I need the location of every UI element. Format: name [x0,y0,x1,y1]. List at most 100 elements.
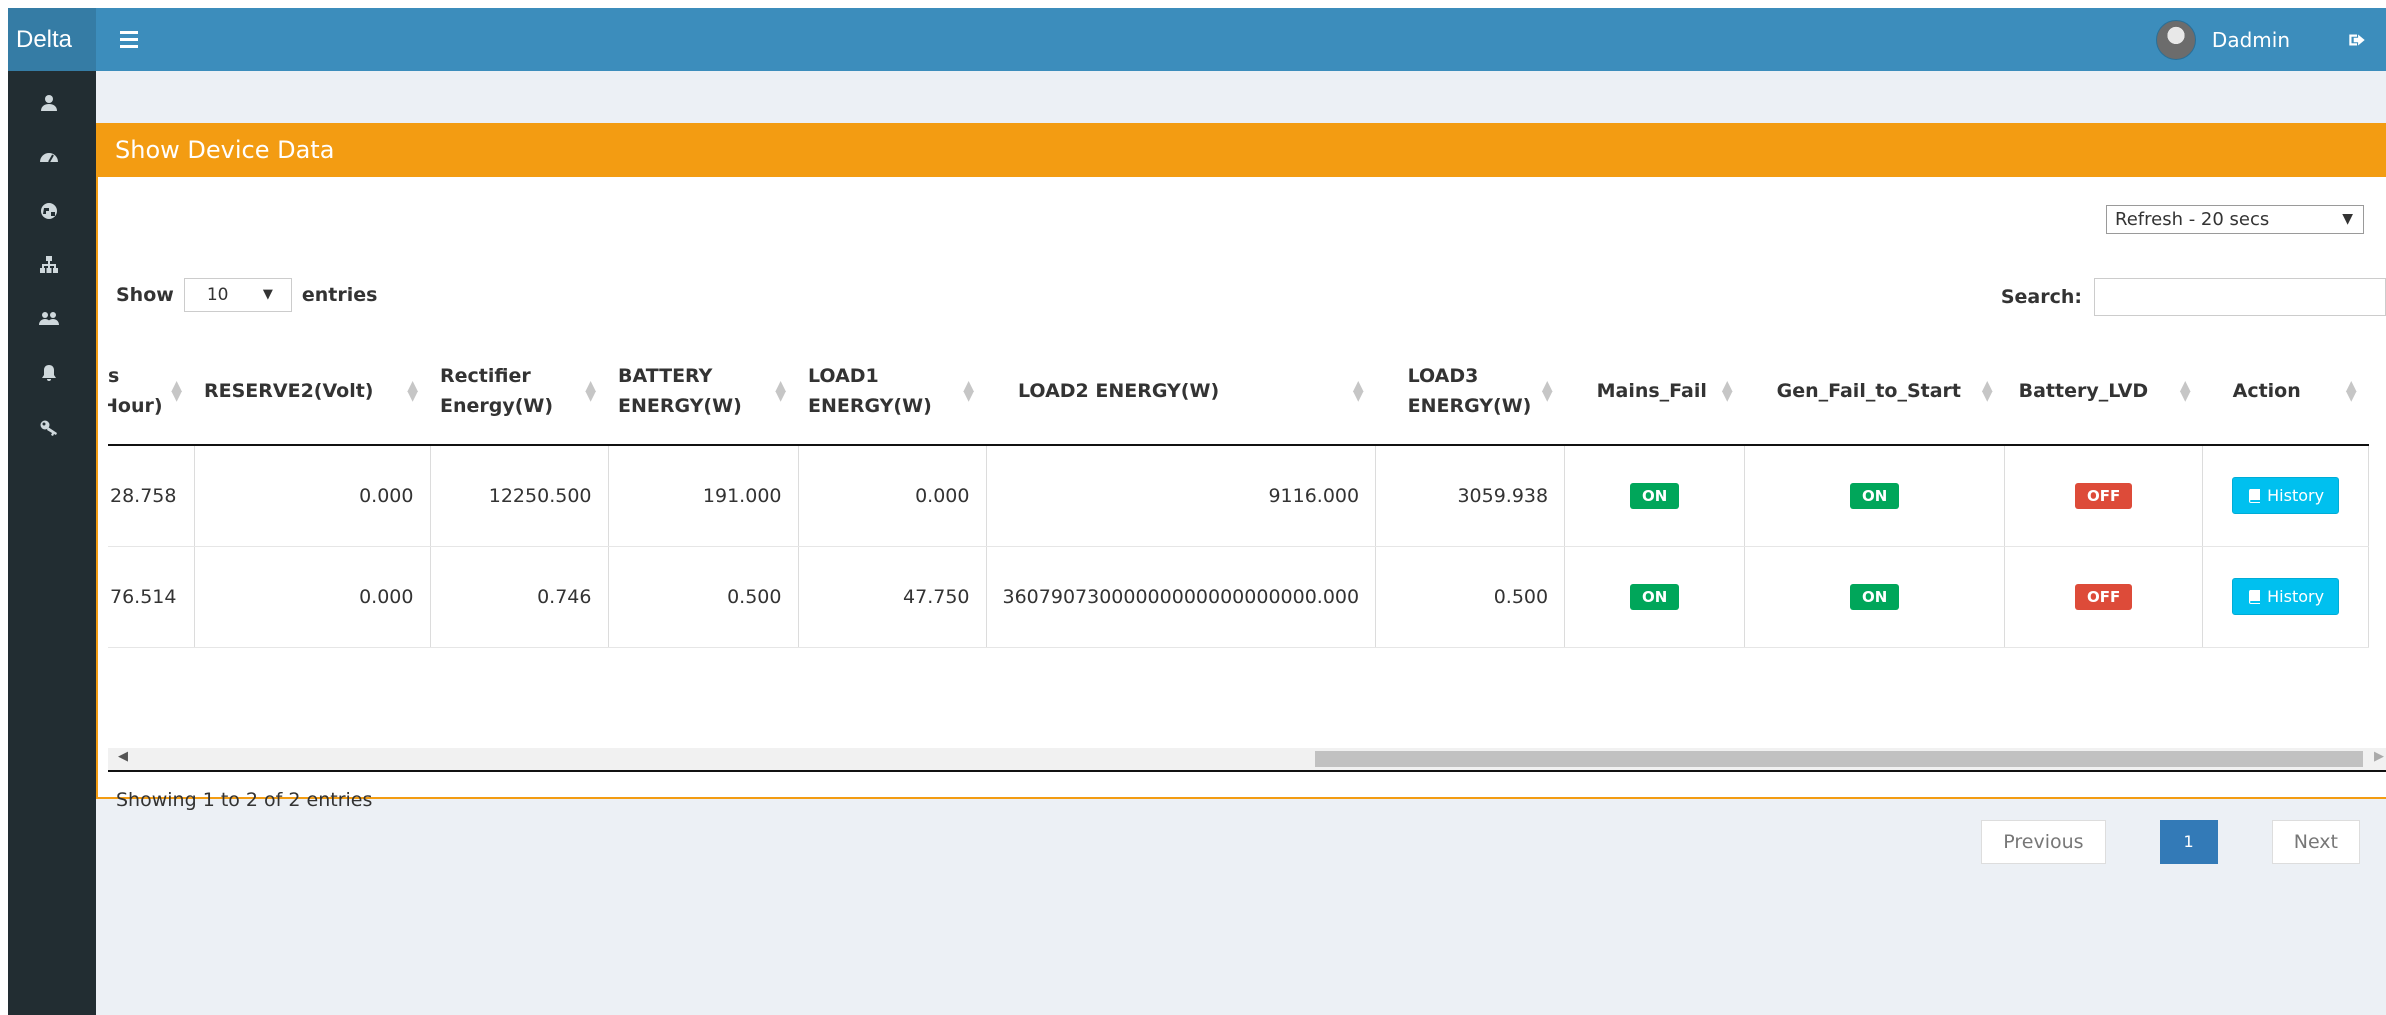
history-button-label: History [2267,486,2325,506]
user-icon[interactable] [38,92,60,114]
table-row: 76.514 0.000 0.746 0.500 47.750 36079073… [108,546,2370,648]
column-header-line1: LOAD2 ENERGY(W) [1018,380,1220,402]
cell-reserve2: 0.000 [194,445,431,547]
column-header-line1: LOAD1 [808,365,879,387]
search-control: Search: [2001,278,2386,316]
status-badge: ON [1629,482,1680,509]
device-data-table: s Hour) ▲ ▼ RESERVE2(Volt) ▲ ▼ Rectifier E… [108,338,2370,648]
previous-page-button[interactable]: Previous [1981,820,2106,864]
pagination: Previous 1 Next [1981,820,2360,864]
cell-battery: 191.000 [608,445,799,547]
column-header-line2: ENERGY(W) [1407,395,1532,417]
cell-c0: 28.758 [108,445,195,547]
sort-icon: ▲ ▼ [2345,378,2357,404]
next-page-button[interactable]: Next [2271,820,2360,864]
table-header-row: s Hour) ▲ ▼ RESERVE2(Volt) ▲ ▼ Rectifier E… [108,338,2369,446]
column-header-line1: BATTERY [618,365,713,387]
horizontal-scrollbar[interactable]: ◀ ▶ [108,748,2386,772]
sort-icon: ▲ ▼ [2179,378,2191,404]
cell-mains-fail: ON [1564,546,1746,648]
box-title: Show Device Data [96,123,2386,177]
cell-load1: 0.000 [798,445,987,547]
column-header[interactable]: s Hour) ▲ ▼ [108,338,194,446]
cell-load3: 0.500 [1375,546,1566,648]
entries-per-page-select[interactable]: 10 ▼ [183,278,292,312]
sign-out-icon[interactable] [2346,29,2368,51]
column-header[interactable]: Gen_Fail_to_Start ▲ ▼ [1744,338,2005,446]
sidebar [8,71,96,1015]
brand-logo[interactable]: Delta [8,8,96,71]
cell-c0: 76.514 [108,546,195,648]
menu-toggle-icon[interactable] [120,24,150,54]
history-button-label: History [2267,587,2325,606]
app-frame: Delta Dadmin Show Device Data Refresh - … [8,8,2386,1015]
cell-reserve2: 0.000 [194,546,431,648]
column-header-line2: ENERGY(W) [618,395,742,417]
cell-load2: 9116.000 [986,445,1377,547]
bell-icon[interactable] [38,362,60,384]
cell-rectifier: 0.746 [430,546,609,648]
column-header[interactable]: BATTERY ENERGY(W) ▲ ▼ [608,338,798,446]
search-input[interactable] [2094,278,2386,316]
column-header-line1: Rectifier [440,365,531,387]
column-header-line1: Action [2232,380,2301,402]
chevron-down-icon: ▼ [262,287,273,302]
cell-battery: 0.500 [608,546,799,648]
history-button[interactable]: History [2232,578,2340,615]
page-1-button[interactable]: 1 [2159,820,2218,864]
refresh-interval-select[interactable]: Refresh - 20 secs ▼ [2106,205,2364,234]
entries-selected-value: 10 [206,285,229,305]
sort-icon: ▲ ▼ [1981,378,1993,404]
column-header[interactable]: LOAD1 ENERGY(W) ▲ ▼ [798,338,986,446]
status-badge: OFF [2074,482,2133,509]
table-scroll-area[interactable]: s Hour) ▲ ▼ RESERVE2(Volt) ▲ ▼ Rectifier E… [108,338,2386,774]
sitemap-icon[interactable] [38,254,60,276]
sort-icon: ▲ ▼ [1541,378,1553,404]
cell-battery-lvd: OFF [2004,546,2204,648]
column-header-line2: Energy(W) [440,395,554,417]
history-button[interactable]: History [2232,477,2340,515]
sort-icon: ▲ ▼ [171,378,182,404]
sort-icon: ▲ ▼ [775,378,786,404]
chevron-down-icon: ▼ [2342,211,2353,227]
avatar [2155,19,2196,60]
username-label: Dadmin [2211,27,2290,52]
column-header-line2: ENERGY(W) [808,395,932,417]
column-header[interactable]: Rectifier Energy(W) ▲ ▼ [430,338,608,446]
scroll-right-icon[interactable]: ▶ [2374,749,2384,764]
cell-load3: 3059.938 [1375,445,1566,547]
user-menu[interactable]: Dadmin [2155,8,2290,71]
sort-icon: ▲ ▼ [585,378,596,404]
cell-load1: 47.750 [798,546,987,648]
column-header[interactable]: Battery_LVD ▲ ▼ [2004,338,2203,446]
column-header[interactable]: Mains_Fail ▲ ▼ [1564,338,1745,446]
column-header[interactable]: Action ▲ ▼ [2202,338,2369,446]
sort-icon: ▲ ▼ [407,378,418,404]
cell-gen-fail: ON [1744,445,2006,547]
key-icon[interactable] [38,416,60,438]
column-header[interactable]: LOAD3 ENERGY(W) ▲ ▼ [1375,338,1565,446]
globe-icon[interactable] [38,200,60,222]
table-row: 28.758 0.000 12250.500 191.000 0.000 911… [108,445,2370,547]
dashboard-icon[interactable] [38,146,60,168]
cell-load2: 36079073000000000000000000.000 [986,546,1377,648]
status-badge: OFF [2074,583,2133,610]
column-header-line1: Gen_Fail_to_Start [1776,380,1962,402]
cell-battery-lvd: OFF [2004,445,2204,547]
scroll-left-icon[interactable]: ◀ [118,749,128,764]
cell-gen-fail: ON [1744,546,2006,648]
scrollbar-thumb[interactable] [1315,751,2363,767]
status-badge: ON [1849,583,1900,610]
cell-rectifier: 12250.500 [430,445,609,547]
column-header-line1: Battery_LVD [2018,380,2149,402]
search-label: Search: [2000,286,2082,308]
column-header-line1: Mains_Fail [1596,380,1707,402]
status-badge: ON [1629,583,1680,610]
column-header[interactable]: LOAD2 ENERGY(W) ▲ ▼ [986,338,1376,446]
device-data-box: Show Device Data Refresh - 20 secs ▼ Sho… [96,123,2386,864]
entries-length-control: Show 10 ▼ entries [116,278,377,312]
column-header[interactable]: RESERVE2(Volt) ▲ ▼ [194,338,430,446]
sort-icon: ▲ ▼ [1721,378,1733,404]
users-icon[interactable] [38,308,60,330]
cell-mains-fail: ON [1564,445,1746,547]
